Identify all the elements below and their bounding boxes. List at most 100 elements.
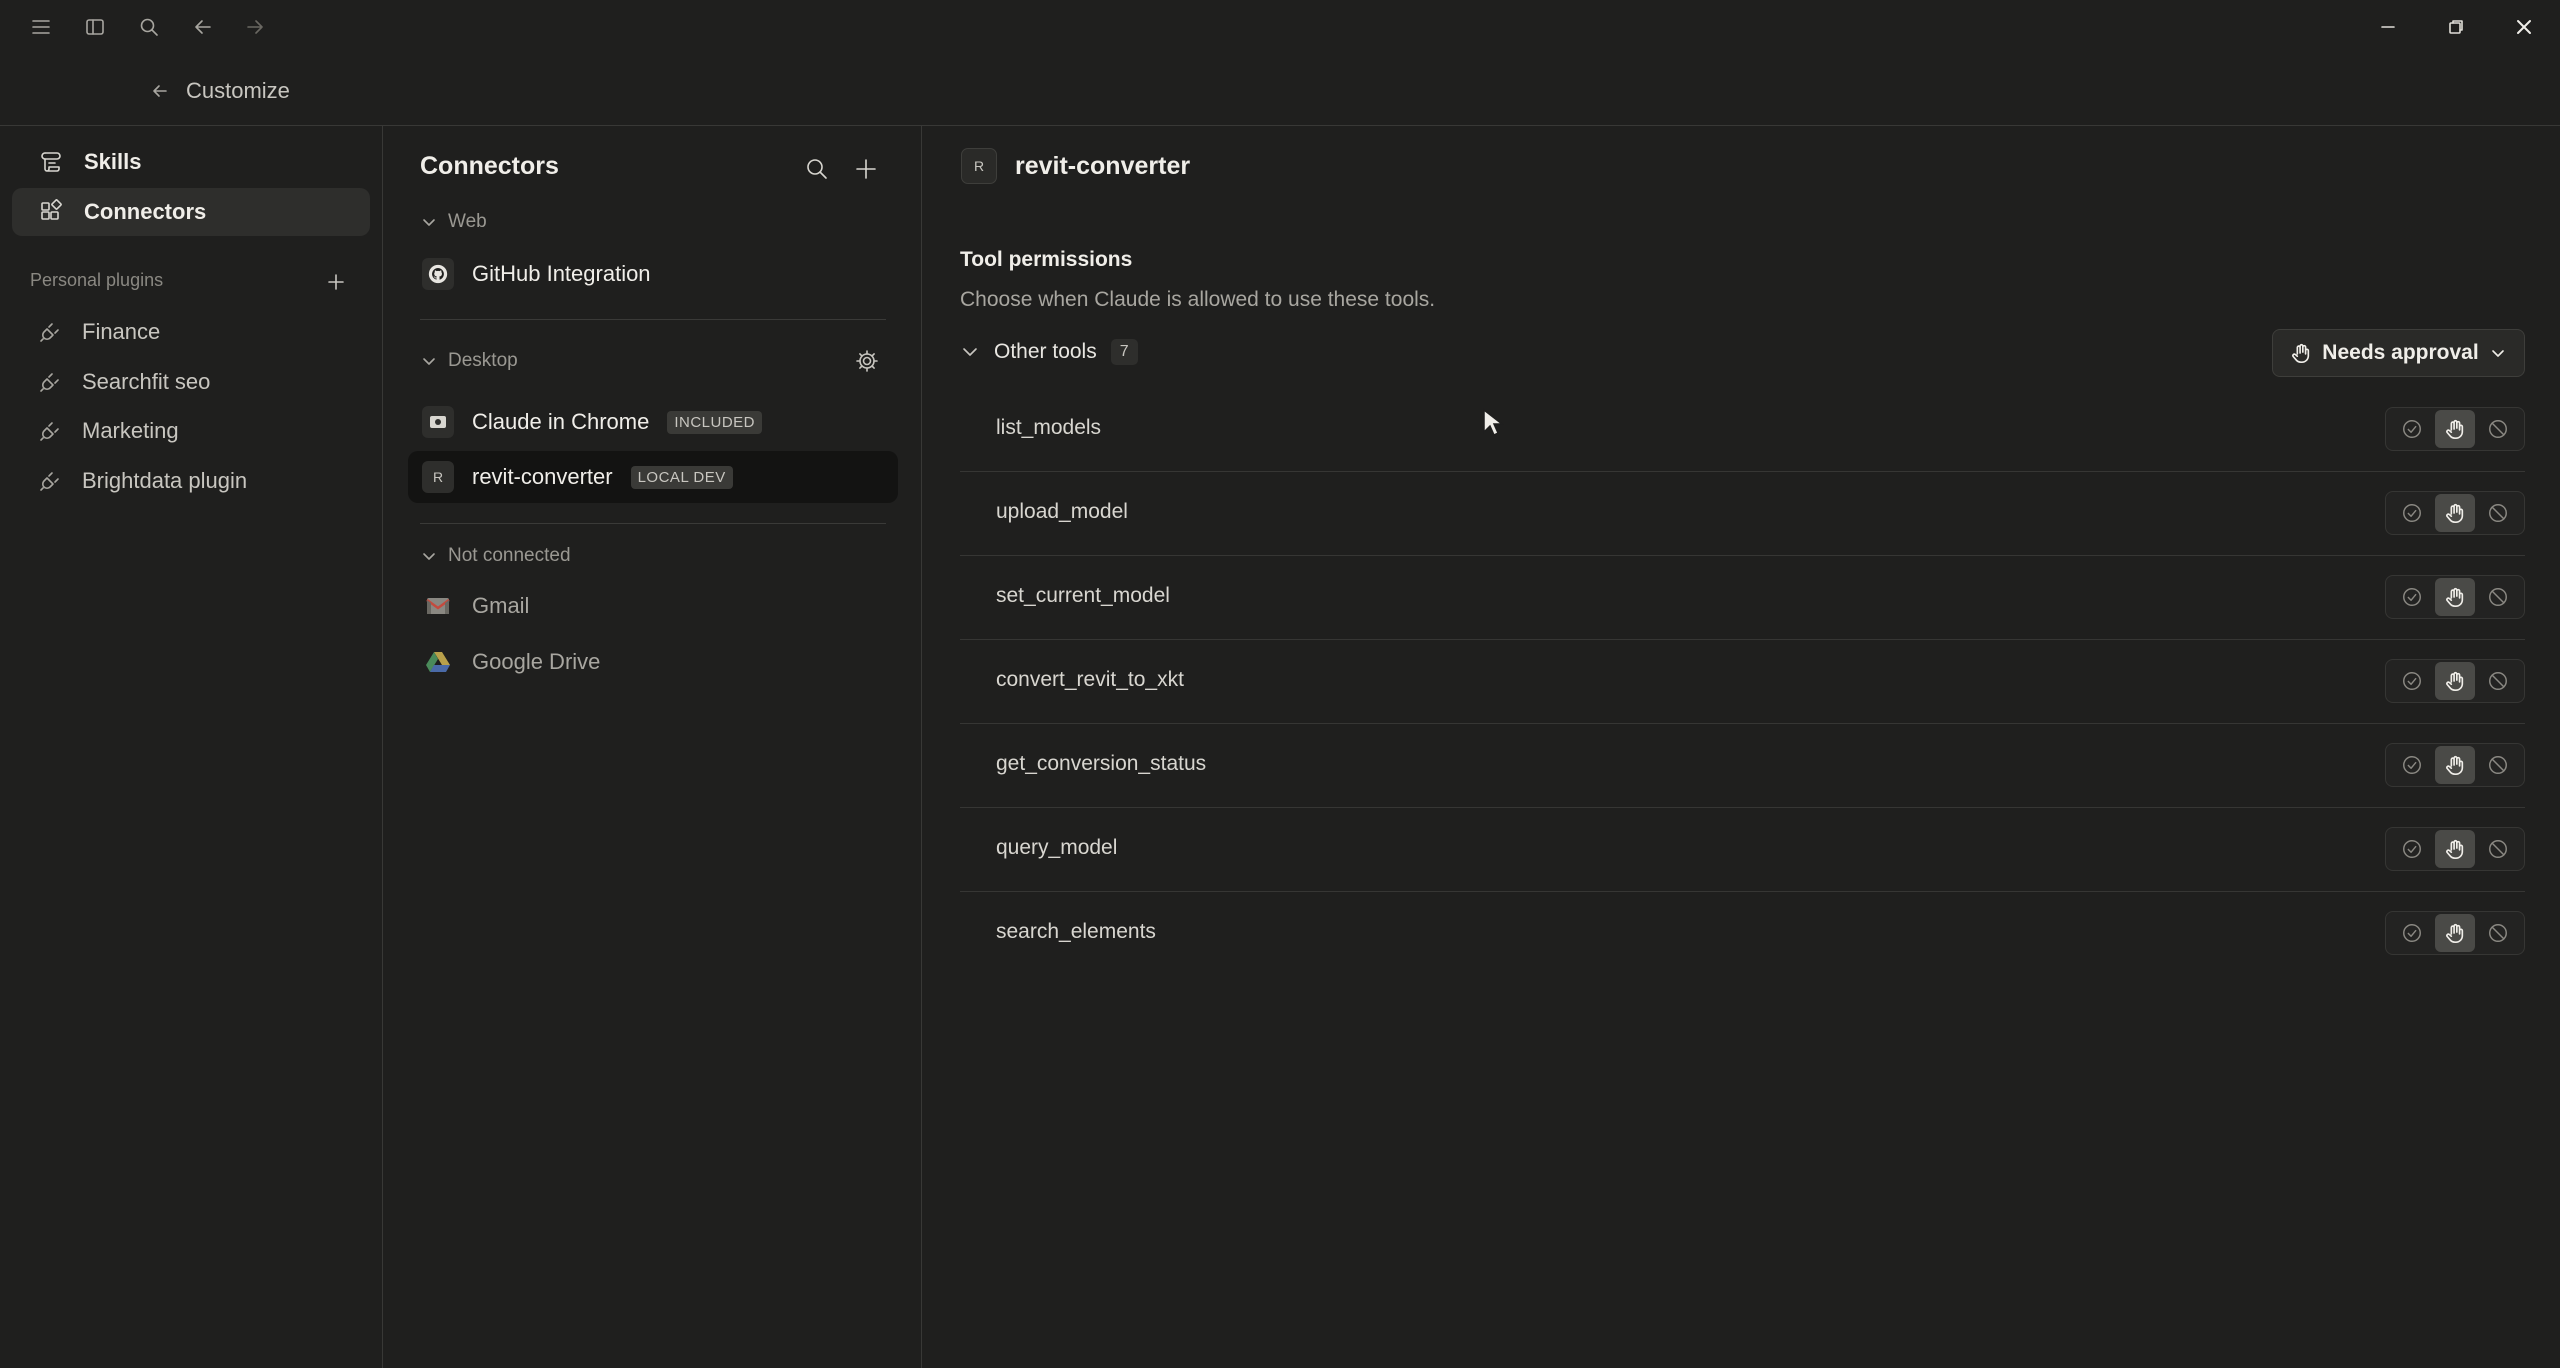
hand-icon [2444, 754, 2466, 776]
plugin-item-searchfit-seo[interactable]: Searchfit seo [12, 358, 370, 406]
connector-github[interactable]: GitHub Integration [408, 248, 898, 300]
restore-icon[interactable] [2438, 12, 2474, 42]
connector-gmail[interactable]: Gmail [408, 580, 898, 632]
hand-icon [2444, 418, 2466, 440]
block-button[interactable] [2478, 494, 2518, 532]
chevron-down-icon [2491, 350, 2504, 357]
tool-permission-toggle [2385, 659, 2525, 703]
connector-avatar: R [961, 148, 997, 184]
back-arrow-icon[interactable] [188, 12, 218, 42]
tool-permission-toggle [2385, 491, 2525, 535]
nav-item-label: Connectors [84, 199, 207, 224]
plugin-label: Finance [82, 319, 161, 344]
connectors-icon [41, 199, 62, 220]
needs-approval-button[interactable] [2434, 494, 2475, 532]
tool-name: convert_revit_to_xkt [996, 668, 1184, 691]
always-allow-button[interactable] [2392, 578, 2432, 616]
connector-name: GitHub Integration [472, 261, 651, 286]
minimize-icon[interactable] [2370, 12, 2406, 42]
block-button[interactable] [2478, 914, 2518, 952]
connector-google-drive[interactable]: Google Drive [408, 636, 898, 688]
plugin-item-brightdata[interactable]: Brightdata plugin [12, 457, 370, 505]
block-button[interactable] [2478, 410, 2518, 448]
block-icon [2487, 838, 2509, 860]
needs-approval-label: Needs approval [2322, 341, 2479, 364]
hand-icon [2444, 922, 2466, 944]
check-circle-icon [2401, 922, 2423, 944]
group-toggle-not-connected[interactable]: Not connected [420, 542, 571, 570]
tools-count-badge: 7 [1110, 339, 1138, 365]
search-connectors-button[interactable] [800, 152, 834, 186]
connector-detail-panel: R revit-converter Tool permissions Choos… [923, 126, 2560, 1368]
sidebar-toggle-icon[interactable] [80, 12, 110, 42]
needs-approval-button[interactable] [2434, 662, 2475, 700]
needs-approval-button[interactable] [2434, 914, 2475, 952]
always-allow-button[interactable] [2392, 914, 2432, 952]
group-toggle-desktop[interactable]: Desktop [420, 347, 518, 375]
tools-group-label: Other tools [994, 340, 1097, 363]
hand-icon [2444, 586, 2466, 608]
needs-approval-button[interactable] [2434, 410, 2475, 448]
mouse-cursor-icon [1483, 408, 1504, 437]
block-icon [2487, 754, 2509, 776]
search-icon [807, 159, 827, 179]
check-circle-icon [2401, 754, 2423, 776]
block-icon [2487, 502, 2509, 524]
plus-icon [856, 159, 876, 179]
check-circle-icon [2401, 838, 2423, 860]
check-circle-icon [2401, 670, 2423, 692]
google-drive-icon [422, 646, 454, 678]
menu-icon[interactable] [26, 12, 56, 42]
plugin-label: Brightdata plugin [82, 468, 248, 493]
block-button[interactable] [2478, 830, 2518, 868]
add-connector-button[interactable] [849, 152, 883, 186]
needs-approval-button[interactable] [2434, 746, 2475, 784]
plugin-item-finance[interactable]: Finance [12, 308, 370, 356]
group-toggle-web[interactable]: Web [420, 208, 487, 236]
desktop-settings-button[interactable] [850, 344, 884, 378]
tool-row: query_model [960, 808, 2525, 892]
always-allow-button[interactable] [2392, 746, 2432, 784]
block-icon [2487, 418, 2509, 440]
back-arrow-icon [153, 85, 167, 97]
tool-permission-toggle [2385, 827, 2525, 871]
plugin-label: Marketing [82, 418, 179, 443]
needs-approval-button[interactable] [2434, 830, 2475, 868]
block-button[interactable] [2478, 578, 2518, 616]
tool-row: upload_model [960, 472, 2525, 556]
forward-arrow-icon[interactable] [240, 12, 270, 42]
connector-name: revit-converter [472, 464, 613, 489]
needs-approval-button[interactable] [2434, 578, 2475, 616]
block-button[interactable] [2478, 662, 2518, 700]
group-label: Not connected [448, 545, 571, 566]
hand-icon [2444, 502, 2466, 524]
gmail-icon [422, 590, 454, 622]
tool-name: search_elements [996, 920, 1156, 943]
always-allow-button[interactable] [2392, 830, 2432, 868]
needs-approval-dropdown[interactable]: Needs approval [2272, 329, 2525, 377]
nav-item-skills[interactable]: Skills [12, 138, 370, 186]
plugin-item-marketing[interactable]: Marketing [12, 407, 370, 455]
always-allow-button[interactable] [2392, 410, 2432, 448]
local-dev-badge: LOCAL DEV [630, 465, 733, 489]
block-button[interactable] [2478, 746, 2518, 784]
add-plugin-button[interactable] [322, 268, 350, 296]
search-icon[interactable] [134, 12, 164, 42]
hand-icon [2444, 670, 2466, 692]
close-icon[interactable] [2506, 12, 2542, 42]
block-icon [2487, 586, 2509, 608]
tool-name: list_models [996, 416, 1102, 439]
customize-back-link[interactable]: Customize [150, 72, 290, 110]
scroll-icon [41, 152, 61, 172]
nav-item-label: Skills [84, 149, 142, 174]
connector-revit-converter[interactable]: R revit-converter LOCAL DEV [408, 451, 898, 503]
plug-icon [40, 472, 59, 491]
other-tools-toggle[interactable]: Other tools 7 [960, 336, 1138, 368]
tool-name: query_model [996, 836, 1118, 859]
check-circle-icon [2401, 586, 2423, 608]
always-allow-button[interactable] [2392, 494, 2432, 532]
gear-icon [856, 350, 878, 372]
nav-item-connectors[interactable]: Connectors [12, 188, 370, 236]
connector-claude-in-chrome[interactable]: Claude in Chrome INCLUDED [408, 396, 898, 448]
always-allow-button[interactable] [2392, 662, 2432, 700]
